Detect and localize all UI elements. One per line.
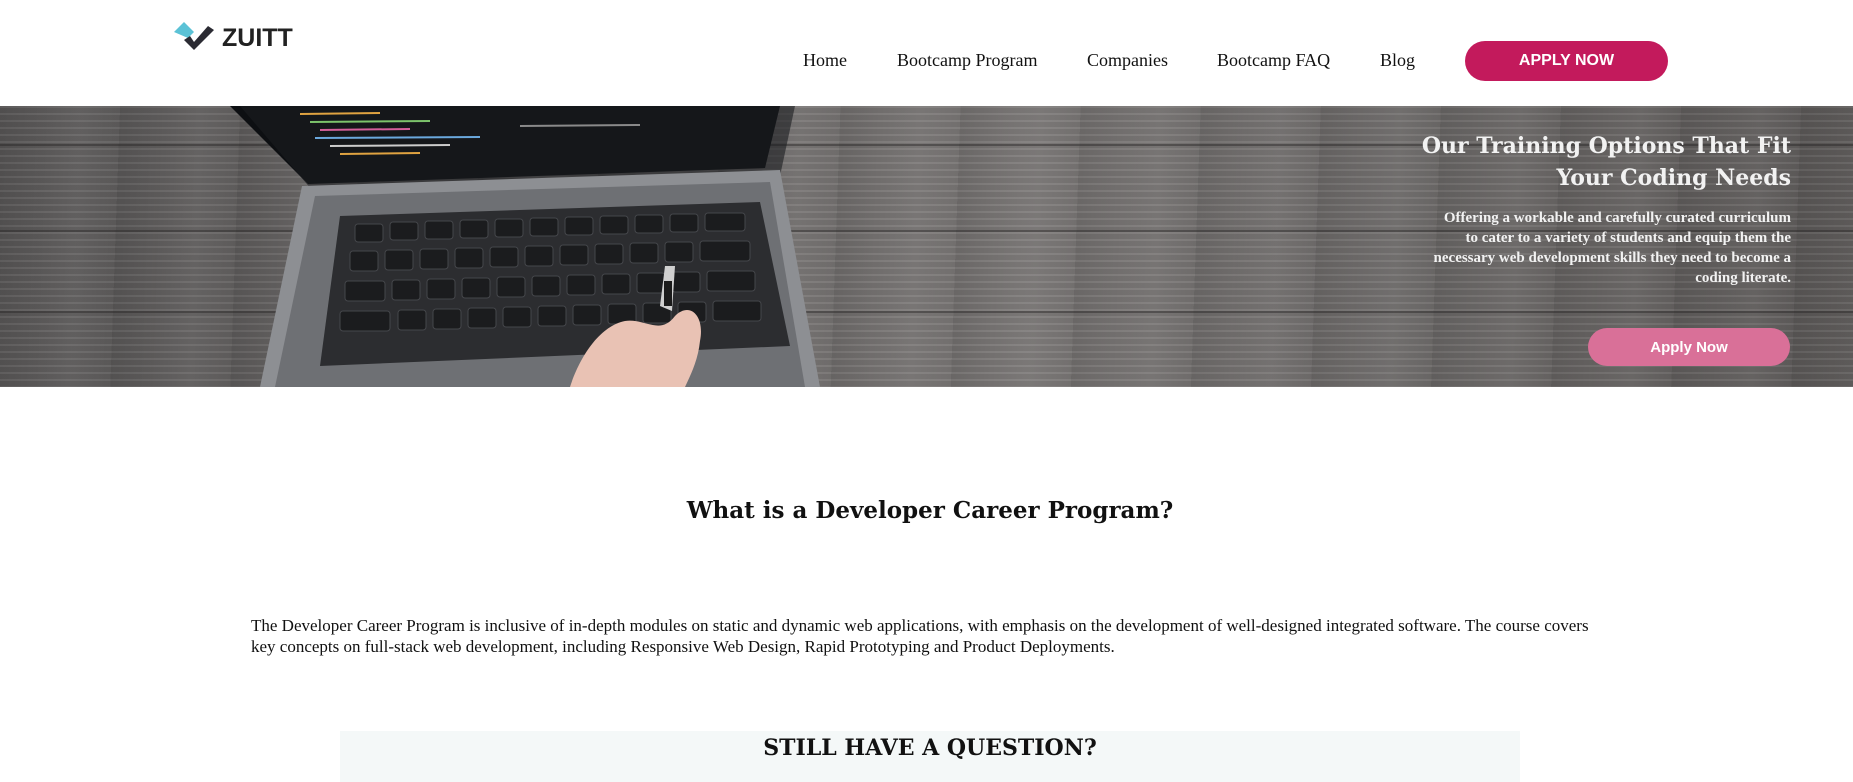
logo[interactable]: ZUITT (170, 18, 293, 58)
hero-title-line2: Your Coding Needs (1556, 165, 1791, 191)
nav-bootcamp-faq[interactable]: Bootcamp FAQ (1217, 50, 1330, 71)
nav-companies[interactable]: Companies (1087, 50, 1168, 71)
hero-banner: Our Training Options That Fit Your Codin… (0, 106, 1853, 387)
question-section: STILL HAVE A QUESTION? (340, 731, 1520, 782)
section-heading: What is a Developer Career Program? (686, 497, 1174, 525)
nav-blog[interactable]: Blog (1380, 50, 1415, 71)
hero-description: Offering a workable and carefully curate… (1433, 210, 1791, 286)
hero-title-line1: Our Training Options That Fit (1421, 133, 1791, 159)
site-header: ZUITT Home Bootcamp Program Companies Bo… (0, 0, 1853, 106)
nav-bootcamp-program[interactable]: Bootcamp Program (897, 50, 1037, 71)
zuitt-logo-icon (174, 22, 214, 50)
apply-now-button[interactable]: APPLY NOW (1465, 41, 1668, 81)
nav-home[interactable]: Home (803, 50, 847, 71)
logo-wordmark: ZUITT (222, 23, 293, 52)
hero-title: Our Training Options That Fit Your Codin… (1271, 130, 1791, 194)
question-heading: STILL HAVE A QUESTION? (763, 735, 1097, 761)
laptop-image (230, 106, 820, 387)
hero-apply-now-button[interactable]: Apply Now (1588, 328, 1790, 366)
program-description: The Developer Career Program is inclusiv… (251, 616, 1589, 656)
